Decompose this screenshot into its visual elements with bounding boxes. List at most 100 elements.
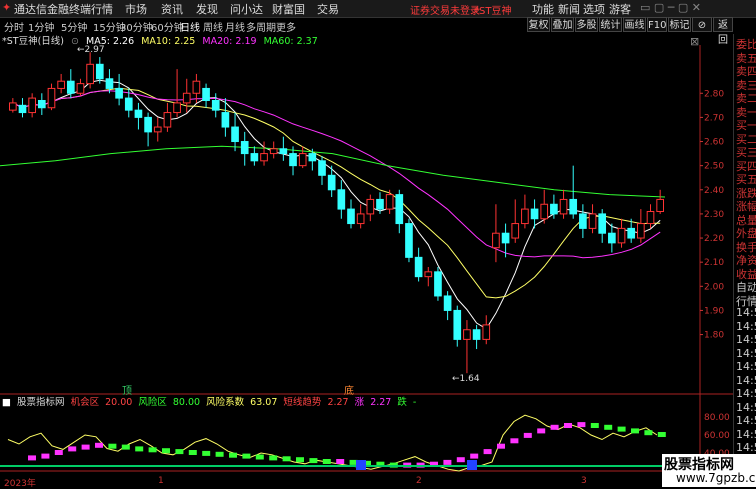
candle[interactable] — [376, 198, 384, 210]
candle[interactable] — [501, 232, 510, 244]
candle[interactable] — [289, 153, 297, 167]
menu-item-market[interactable]: 行情 — [91, 1, 113, 17]
multi-stock-button[interactable]: 多股 — [575, 17, 598, 32]
statistics-button[interactable]: 统计 — [599, 17, 622, 32]
candle[interactable] — [105, 78, 114, 89]
period-tab-more[interactable]: 更多 — [276, 19, 296, 34]
candle[interactable] — [269, 148, 278, 155]
candle[interactable] — [463, 329, 471, 340]
menu-item-options[interactable]: 选项 — [583, 1, 605, 17]
candle[interactable] — [511, 223, 520, 239]
candle[interactable] — [521, 208, 529, 225]
candle[interactable] — [637, 223, 645, 239]
candle[interactable] — [405, 223, 413, 258]
period-tab-monthly[interactable]: 月线 — [225, 19, 245, 34]
candle[interactable] — [298, 153, 307, 167]
period-tab-daily[interactable]: 日线 — [180, 19, 200, 34]
f10-button[interactable]: F10 — [647, 17, 667, 32]
candle[interactable] — [308, 153, 317, 162]
period-tab-minute[interactable]: 分时 — [4, 19, 24, 34]
candle[interactable] — [47, 87, 56, 109]
candle[interactable] — [95, 63, 104, 80]
overlay-button[interactable]: 叠加 — [551, 17, 574, 32]
candle[interactable] — [559, 198, 568, 215]
candle[interactable] — [163, 112, 172, 128]
mark-button[interactable]: 标记 — [668, 17, 691, 32]
period-tab-60min[interactable]: 60分钟 — [151, 19, 184, 34]
period-tab-5min[interactable]: 5分钟 — [61, 19, 87, 34]
back-button[interactable]: 返回 — [713, 17, 733, 46]
menu-item-exchange[interactable]: 市场 — [125, 1, 147, 17]
candle[interactable] — [550, 203, 558, 215]
candle[interactable] — [211, 100, 220, 111]
candle[interactable] — [327, 174, 336, 191]
candle[interactable] — [250, 153, 259, 162]
stock-tag[interactable]: *ST豆神 — [474, 2, 511, 17]
candle[interactable] — [153, 126, 162, 133]
candle[interactable] — [588, 213, 597, 229]
menu-item-trade[interactable]: 交易 — [317, 1, 339, 17]
candle[interactable] — [395, 194, 404, 225]
price-chart[interactable]: 2.80 2.70 2.60 2.50 2.40 2.30 2.20 2.10 2.00 1.90… — [0, 33, 733, 487]
login-status[interactable]: 证券交易未登录 — [410, 2, 480, 17]
candle[interactable] — [221, 112, 230, 128]
candle[interactable] — [202, 87, 210, 102]
candle[interactable] — [115, 87, 123, 99]
candle[interactable] — [492, 232, 500, 249]
candle[interactable] — [192, 80, 201, 94]
candle[interactable] — [240, 141, 249, 155]
candle[interactable] — [231, 126, 239, 143]
forbid-icon[interactable]: ⊘ — [692, 17, 712, 32]
candle[interactable] — [414, 256, 423, 278]
candle[interactable] — [76, 83, 85, 94]
candle[interactable] — [28, 97, 36, 114]
candle[interactable] — [646, 211, 655, 225]
menu-item-wealth[interactable]: 财富国 — [272, 1, 305, 17]
candle[interactable] — [260, 153, 268, 162]
candle[interactable] — [453, 309, 462, 340]
candle[interactable] — [37, 100, 46, 109]
candle[interactable] — [347, 208, 355, 225]
candle[interactable] — [617, 227, 626, 244]
candle[interactable] — [579, 213, 587, 229]
draw-line-button[interactable]: 画线 — [623, 17, 646, 32]
window-controls-icon[interactable]: ▭ ▢ ─ ▢ ✕ — [640, 1, 701, 14]
menu-item-discover[interactable]: 发现 — [196, 1, 218, 17]
menu-item-guest[interactable]: 游客 — [609, 1, 631, 17]
candle[interactable] — [279, 148, 288, 155]
menu-item-newsfeed[interactable]: 新闻 — [558, 1, 580, 17]
candle[interactable] — [124, 97, 133, 111]
candle[interactable] — [530, 208, 539, 220]
candle[interactable] — [18, 104, 27, 114]
candle[interactable] — [9, 102, 17, 111]
restore-rights-button[interactable]: 复权 — [527, 17, 550, 32]
candle[interactable] — [366, 198, 375, 215]
candle[interactable] — [424, 271, 433, 278]
candle[interactable] — [472, 329, 481, 340]
candle[interactable] — [134, 109, 143, 118]
candle[interactable] — [540, 203, 549, 220]
candle[interactable] — [318, 160, 326, 176]
candle[interactable] — [569, 198, 578, 215]
candle[interactable] — [356, 213, 365, 225]
period-tab-weekly[interactable]: 周线 — [203, 19, 223, 34]
period-tab-multi[interactable]: 多周期 — [246, 19, 276, 34]
candle[interactable] — [144, 116, 152, 133]
candle[interactable] — [57, 80, 65, 89]
menu-item-function[interactable]: 功能 — [532, 1, 554, 17]
candle[interactable] — [482, 324, 491, 340]
candle[interactable] — [66, 80, 75, 94]
candle[interactable] — [598, 213, 607, 234]
candle[interactable] — [656, 198, 665, 213]
candle[interactable] — [608, 232, 616, 244]
menu-item-ask[interactable]: 问小达 — [230, 1, 263, 17]
period-tab-1min[interactable]: 1分钟 — [28, 19, 54, 34]
candle[interactable] — [443, 295, 452, 311]
candle[interactable] — [385, 194, 394, 210]
candle[interactable] — [173, 102, 181, 114]
candle[interactable] — [337, 189, 346, 210]
menu-item-news[interactable]: 资讯 — [161, 1, 183, 17]
period-tab-30min[interactable]: 30分钟 — [120, 19, 153, 34]
candle[interactable] — [182, 92, 191, 104]
candle[interactable] — [627, 227, 636, 239]
